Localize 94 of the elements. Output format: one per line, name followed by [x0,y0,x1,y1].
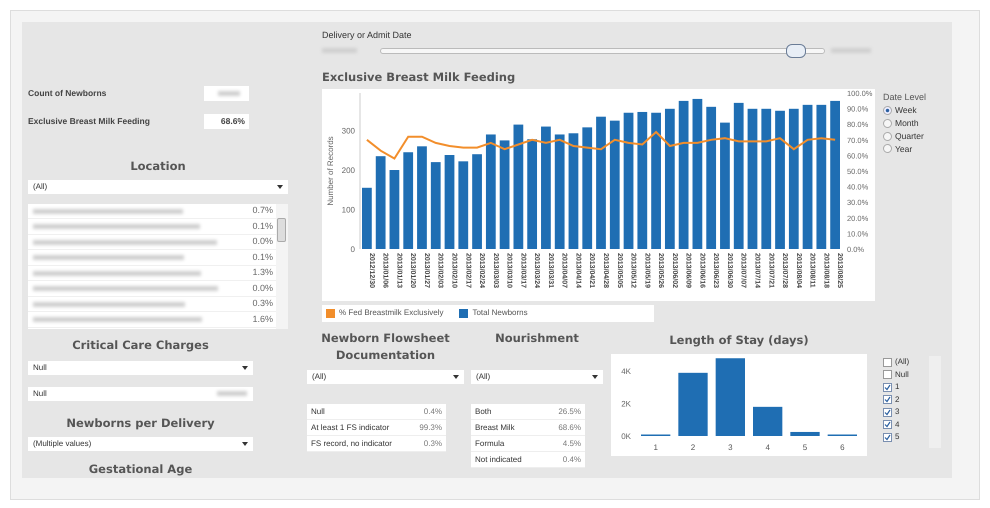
table-cell: 26.5% [558,406,581,417]
dropdown[interactable]: (All) [28,180,288,194]
caret-icon [277,184,283,189]
axis-tick-label: 1 [653,442,658,452]
axis-tick-label: 4K [621,366,631,376]
kpi-label: Exclusive Breast Milk Feeding [28,115,150,128]
table-cell: Formula [475,438,504,449]
percent-value: 0.1% [252,220,274,233]
table-cell: 0.4% [424,406,442,417]
caret-icon [242,366,248,370]
axis-tick-label: 2K [621,399,631,408]
axis-tick-label: 300 [342,126,355,136]
table-cell: At least 1 FS indicator [311,422,390,433]
legend-swatch-icon [326,308,335,318]
radio-button[interactable] [883,144,892,154]
section-title: Critical Care Charges [71,337,210,354]
axis-tick-label: 0 [350,244,355,254]
percent-value: 0.3% [252,297,274,310]
percent-value: 0.1% [252,250,274,264]
radio-group-title: Date Level [883,90,926,104]
percent-value: 0.0% [252,282,274,295]
section-title: Location [129,158,187,175]
section-title: Nourishment [494,330,580,347]
slider-label: Delivery or Admit Date [322,29,412,42]
chart-title: Exclusive Breast Milk Feeding [322,68,516,86]
radio-label: Year [895,142,912,156]
dropdown[interactable]: (All) [307,370,464,384]
table-cell: 68.6% [558,422,581,433]
table-cell: Null [311,406,325,417]
checkbox[interactable] [883,382,892,392]
table-cell: 99.3% [419,422,442,433]
checkbox-label: 3 [895,406,900,418]
slider-thumb[interactable] [786,44,806,58]
checkbox-label: Null [895,368,909,380]
table-cell: Both [475,406,492,417]
kpi-value-field [204,86,249,102]
table-cell: FS record, no indicator [311,438,392,449]
radio-button[interactable] [883,118,892,128]
radio-label: Week [895,104,917,117]
legend-label: Total Newborns [472,307,528,320]
radio-button[interactable] [883,106,892,116]
checkbox[interactable] [883,358,892,366]
axis-tick-label: 4 [765,442,770,452]
kpi-value-field: 68.6% [204,114,249,130]
dropdown[interactable]: (All) [471,370,603,384]
bar [362,188,372,249]
axis-tick-label: 100 [342,205,355,214]
axis-tick-label: 2 [690,442,696,452]
checkbox[interactable] [883,408,892,416]
checkbox[interactable] [883,395,892,404]
axis-tick-label: 3 [728,442,733,452]
bar [790,432,820,436]
section-title: Gestational Age [88,460,194,478]
percent-value: 0.7% [252,204,274,218]
axis-tick-label: 200 [342,166,355,175]
table-cell: 0.4% [562,454,581,465]
caret-icon [453,374,459,379]
scrollbar[interactable] [276,204,288,330]
caret-icon [242,442,248,446]
checkbox[interactable] [883,370,892,379]
axis-tick-label: 6 [840,442,845,452]
dropdown[interactable]: (Multiple values) [28,436,253,451]
checkbox[interactable] [883,432,892,442]
percent-value: 1.3% [252,266,274,280]
percent-value: 1.6% [252,312,274,326]
section-title: Newborn Flowsheet Documentation [320,330,451,364]
table-cell: 4.5% [562,438,581,449]
axis-tick-label: 5 [802,442,808,452]
table-cell: Breast Milk [475,422,515,433]
checkbox-label: 2 [895,394,900,406]
checkbox-label: (All) [895,356,910,368]
legend-swatch-icon [459,308,468,318]
radio-label: Quarter [895,130,924,142]
table-cell: 0.3% [424,438,442,449]
bar [753,406,782,436]
percent-value: 0.0% [252,235,274,248]
radio-label: Month [895,117,919,130]
checkbox-label: 1 [895,381,900,393]
dropdown[interactable]: Null [28,360,253,375]
legend-label: % Fed Breastmilk Exclusively [339,307,444,320]
caret-icon [592,374,598,379]
axis-title: Number of Records [326,136,335,206]
radio-button[interactable] [883,132,892,141]
kpi-label: Count of Newborns [28,87,106,100]
checkbox-label: 5 [895,431,900,443]
section-title: Newborns per Delivery [65,414,216,432]
checkbox[interactable] [883,420,892,429]
bar [678,372,708,436]
axis-tick-label: 0K [621,432,631,441]
chart-title: Length of Stay (days) [668,332,810,349]
checkbox-label: 4 [895,418,900,430]
scroll-thumb[interactable] [277,218,286,242]
table-cell: Not indicated [475,454,522,465]
input-field[interactable]: Null [28,386,253,401]
